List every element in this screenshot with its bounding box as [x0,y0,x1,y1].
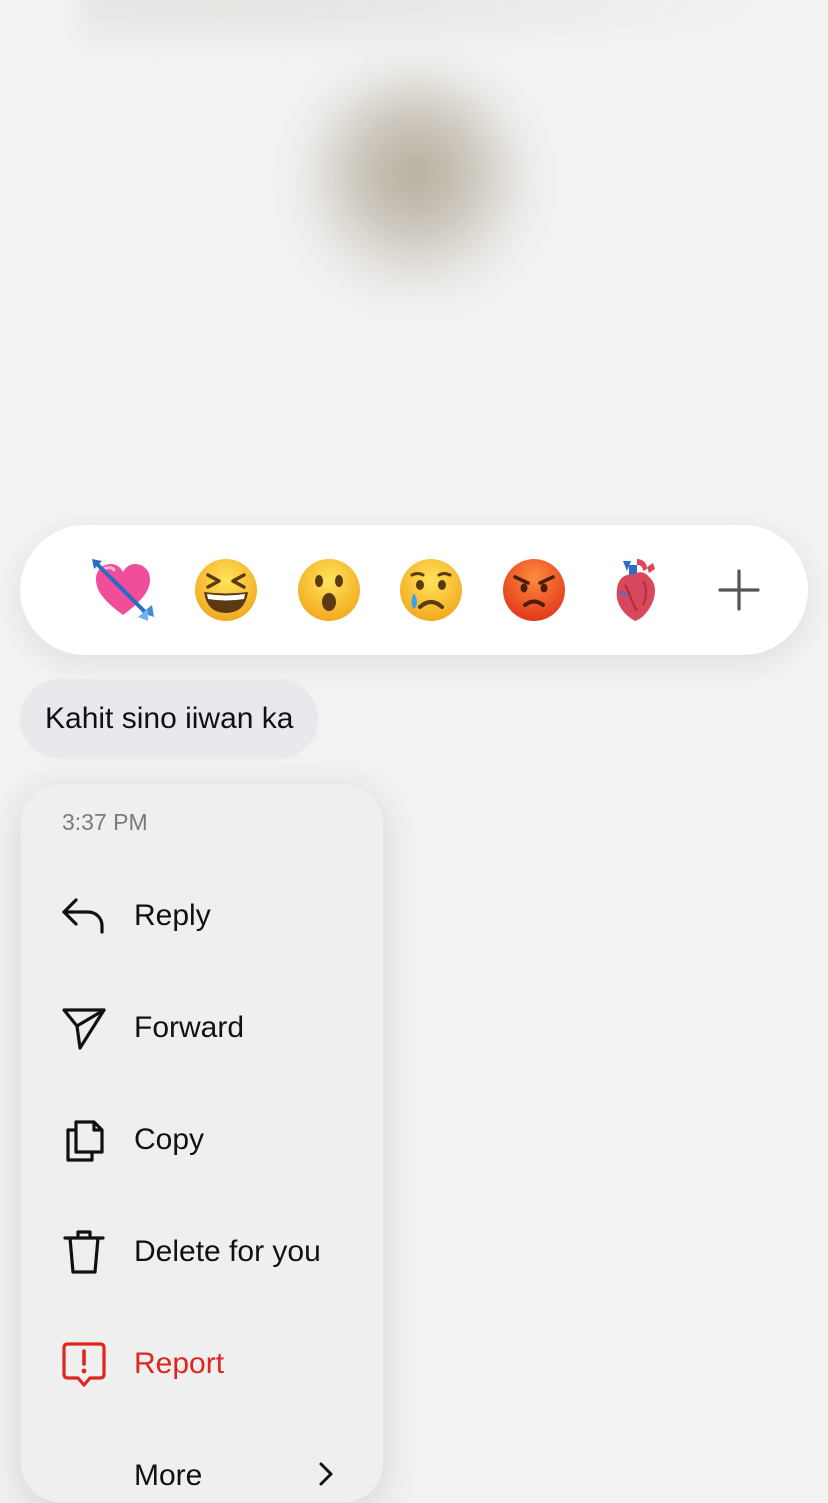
menu-item-forward[interactable]: Forward [21,988,383,1068]
menu-item-label: Forward [134,1011,245,1044]
chevron-right-icon [311,1460,339,1493]
reaction-grinning-squinting[interactable] [188,552,264,628]
message-text: Kahit sino iiwan ka [45,701,294,735]
reply-icon [60,892,108,940]
heart-with-arrow-icon [92,559,154,621]
report-icon [60,1340,108,1388]
plus-icon [718,569,760,611]
anatomical-heart-icon [616,559,655,621]
menu-item-label: More [134,1459,203,1492]
reaction-bar [20,525,808,655]
reaction-crying[interactable] [393,552,469,628]
angry-face-icon [503,559,565,621]
menu-item-label: Delete for you [134,1235,321,1268]
forward-icon [60,1004,108,1052]
menu-item-label: Reply [134,899,211,932]
grinning-squinting-face-icon [195,559,257,621]
add-reaction-button[interactable] [701,552,777,628]
menu-item-label: Report [134,1347,225,1380]
more-icon [60,1452,108,1500]
background-blur-top [80,0,780,50]
crying-face-icon [400,559,462,621]
message-context-menu: 3:37 PM Reply Forward Copy Delete for yo… [20,783,384,1503]
message-bubble[interactable]: Kahit sino iiwan ka [20,679,319,758]
copy-icon [60,1116,108,1164]
reaction-angry[interactable] [496,552,572,628]
message-timestamp: 3:37 PM [62,809,148,835]
surprised-face-icon [298,559,360,621]
menu-item-delete-for-you[interactable]: Delete for you [21,1212,383,1292]
menu-item-copy[interactable]: Copy [21,1100,383,1180]
trash-icon [60,1228,108,1276]
menu-item-reply[interactable]: Reply [21,876,383,956]
menu-item-label: Copy [134,1123,205,1156]
reaction-surprised[interactable] [291,552,367,628]
background-blur-image [300,70,530,300]
menu-item-more[interactable]: More [21,1436,383,1502]
reaction-heart-with-arrow[interactable] [85,552,161,628]
menu-item-report[interactable]: Report [21,1324,383,1404]
reaction-anatomical-heart[interactable] [598,552,674,628]
